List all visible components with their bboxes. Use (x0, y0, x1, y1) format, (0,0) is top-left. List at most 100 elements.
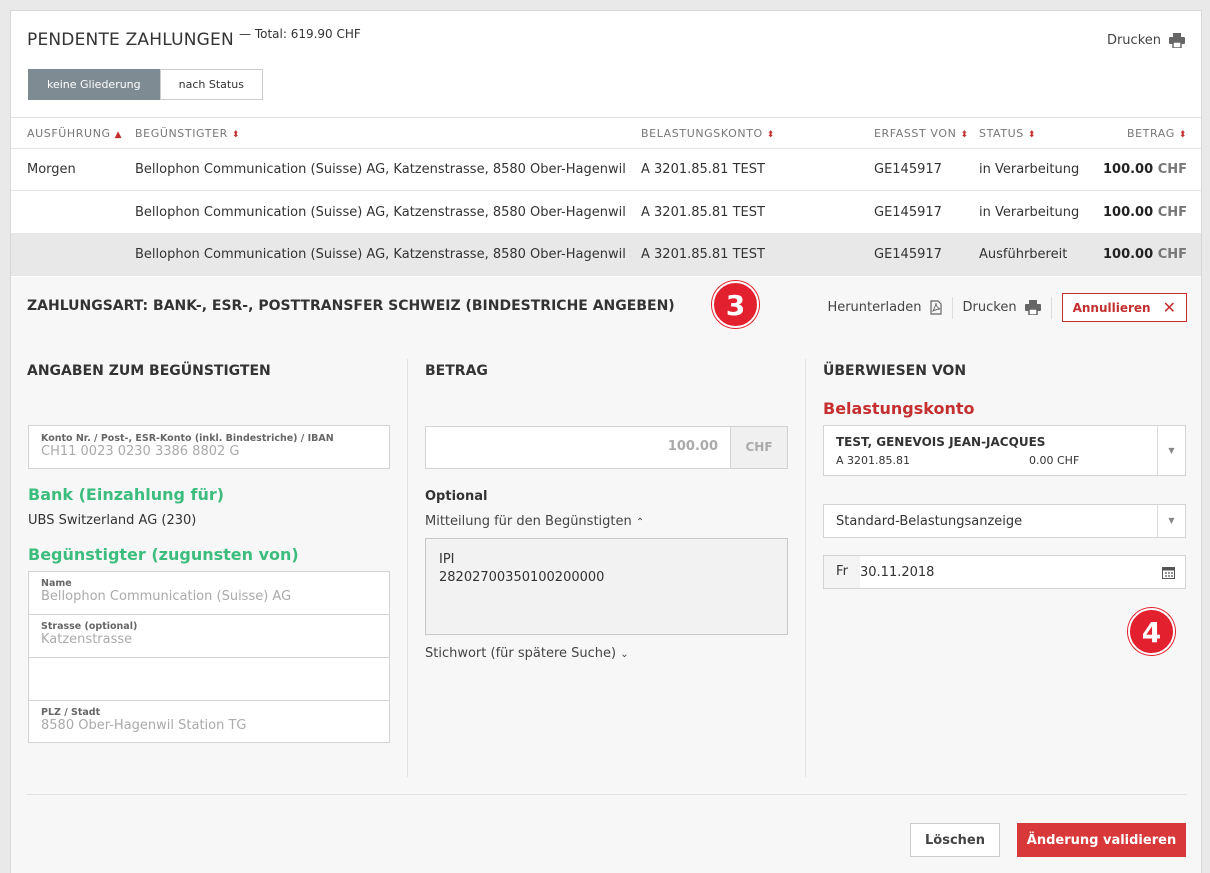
dropdown-caret-icon: ▼ (1157, 505, 1185, 537)
keyword-toggle-label: Stichwort (für spätere Suche) (425, 646, 617, 661)
message-line: IPI (439, 552, 455, 567)
account-input[interactable]: Konto Nr. / Post-, ESR-Konto (inkl. Bind… (28, 425, 390, 469)
bank-value: UBS Switzerland AG (230) (28, 513, 197, 528)
segment-keine-gliederung[interactable]: keine Gliederung (28, 69, 160, 100)
message-toggle[interactable]: Mitteilung für den Begünstigten ⌃ (425, 514, 644, 529)
column-divider (407, 359, 408, 777)
cell-betrag: 100.00 CHF (1102, 247, 1187, 262)
detail-toolbar: Herunterladen Drucken Annullieren ✕ (817, 293, 1187, 322)
cell-betrag: 100.00 CHF (1102, 162, 1187, 177)
date-input[interactable]: Fr 30.11.2018 (823, 555, 1186, 589)
cancel-label: Annullieren (1072, 300, 1151, 315)
chevron-down-icon: ⌄ (620, 649, 629, 660)
message-line: 28202700350100200000 (439, 570, 605, 585)
sort-icon: ⬍ (766, 130, 775, 140)
debit-advice-select[interactable]: Standard-Belastungsanzeige ▼ (823, 504, 1186, 538)
cell-betrag: 100.00 CHF (1102, 205, 1187, 220)
date-value: 30.11.2018 (860, 565, 935, 580)
print-button-top[interactable]: Drucken (1107, 33, 1185, 48)
cell-beguenstigter: Bellophon Communication (Suisse) AG, Kat… (135, 247, 631, 262)
col-erfasst-von[interactable]: ERFASST VON ⬍ (874, 127, 969, 140)
account-number: A 3201.85.81 (836, 454, 911, 467)
download-label: Herunterladen (827, 300, 922, 315)
sort-icon: ⬍ (960, 130, 969, 140)
name-field[interactable]: Name Bellophon Communication (Suisse) AG (29, 572, 389, 615)
page-title: PENDENTE ZAHLUNGEN (27, 30, 234, 50)
grouping-toggle: keine Gliederung nach Status (28, 69, 263, 100)
calendar-icon[interactable] (1162, 566, 1175, 579)
debit-advice-value: Standard-Belastungsanzeige (836, 514, 1023, 529)
col-status[interactable]: STATUS ⬍ (979, 127, 1036, 140)
table-row-selected[interactable]: Bellophon Communication (Suisse) AG, Kat… (11, 234, 1201, 276)
debit-account-heading: Belastungskonto (823, 399, 975, 418)
cell-beguenstigter: Bellophon Communication (Suisse) AG, Kat… (135, 162, 631, 177)
divider (1050, 296, 1052, 319)
street-field[interactable]: Strasse (optional) Katzenstrasse (29, 615, 389, 658)
close-icon: ✕ (1162, 298, 1176, 317)
print-button[interactable]: Drucken (953, 300, 1051, 315)
cell-ausfuehrung: Morgen (27, 162, 76, 177)
cell-erfasst: GE145917 (874, 162, 942, 177)
message-textarea[interactable]: IPI 28202700350100200000 (425, 538, 788, 635)
account-balance: 0.00 CHF (1029, 454, 1080, 467)
bank-heading: Bank (Einzahlung für) (28, 485, 225, 504)
sort-icon: ⬍ (231, 130, 241, 140)
col-belastungskonto[interactable]: BELASTUNGSKONTO ⬍ (641, 127, 775, 140)
pdf-icon (929, 300, 942, 315)
table-header: AUSFÜHRUNG ▲ BEGÜNSTIGTER ⬍ BELASTUNGSKONT… (11, 117, 1201, 149)
cell-status: Ausführbereit (979, 247, 1068, 262)
sort-asc-icon: ▲ (114, 130, 123, 140)
weekday-label: Fr (824, 556, 860, 588)
chevron-up-icon: ⌃ (635, 517, 645, 528)
beneficiary-heading: ANGABEN ZUM BEGÜNSTIGTEN (27, 363, 271, 379)
delete-button[interactable]: Löschen (910, 823, 1000, 857)
transferred-from-heading: ÜBERWIESEN VON (823, 363, 967, 379)
address-block: Name Bellophon Communication (Suisse) AG… (28, 571, 390, 743)
table-row[interactable]: Morgen Bellophon Communication (Suisse) … (11, 149, 1201, 191)
name-label: Name (41, 578, 72, 589)
validate-button[interactable]: Änderung validieren (1017, 823, 1186, 857)
street-label: Strasse (optional) (41, 621, 138, 632)
print-label: Drucken (962, 300, 1017, 315)
pending-payments-panel: PENDENTE ZAHLUNGEN — Total: 619.90 CHF D… (10, 10, 1202, 873)
footer-divider (27, 794, 1187, 795)
download-button[interactable]: Herunterladen (817, 300, 951, 315)
amount-input[interactable]: 100.00 (425, 426, 731, 469)
table-row[interactable]: Bellophon Communication (Suisse) AG, Kat… (11, 192, 1201, 234)
col-ausfuehrung[interactable]: AUSFÜHRUNG ▲ (27, 127, 122, 140)
address-extra-field[interactable] (29, 658, 389, 701)
plz-city-field[interactable]: PLZ / Stadt 8580 Ober-Hagenwil Station T… (29, 701, 389, 744)
account-value: CH11 0023 0230 3386 8802 G (41, 444, 240, 459)
message-toggle-label: Mitteilung für den Begünstigten (425, 514, 632, 529)
total-amount: — Total: 619.90 CHF (239, 27, 361, 41)
plz-label: PLZ / Stadt (41, 707, 101, 718)
column-divider (805, 359, 806, 777)
dropdown-caret-icon: ▼ (1157, 426, 1185, 475)
printer-icon (1024, 300, 1041, 315)
cell-konto: A 3201.85.81 TEST (641, 205, 765, 220)
col-beguenstigter[interactable]: BEGÜNSTIGTER ⬍ (135, 127, 240, 140)
col-betrag[interactable]: BETRAG ⬍ (1127, 127, 1187, 140)
plz-value: 8580 Ober-Hagenwil Station TG (41, 718, 247, 733)
step-badge-3: 3 (712, 281, 759, 328)
payment-type-heading: ZAHLUNGSART: BANK-, ESR-, POSTTRANSFER S… (27, 298, 675, 314)
segment-nach-status[interactable]: nach Status (159, 69, 263, 100)
cell-beguenstigter: Bellophon Communication (Suisse) AG, Kat… (135, 205, 631, 220)
sort-icon: ⬍ (1027, 130, 1037, 140)
name-value: Bellophon Communication (Suisse) AG (41, 589, 292, 604)
account-label: Konto Nr. / Post-, ESR-Konto (inkl. Bind… (41, 433, 334, 444)
cancel-button[interactable]: Annullieren ✕ (1061, 293, 1187, 322)
currency-label: CHF (731, 426, 788, 469)
debit-account-select[interactable]: TEST, GENEVOIS JEAN-JACQUES A 3201.85.81… (823, 425, 1186, 476)
printer-icon (1169, 33, 1185, 48)
step-badge-4: 4 (1128, 608, 1175, 655)
print-label: Drucken (1106, 33, 1161, 48)
beneficiary-subheading: Begünstigter (zugunsten von) (28, 545, 299, 564)
amount-heading: BETRAG (425, 363, 488, 379)
cell-status: in Verarbeitung (979, 205, 1080, 220)
cell-erfasst: GE145917 (874, 247, 942, 262)
optional-label: Optional (425, 489, 488, 504)
sort-icon: ⬍ (1178, 130, 1187, 140)
cell-konto: A 3201.85.81 TEST (641, 162, 765, 177)
keyword-toggle[interactable]: Stichwort (für spätere Suche) ⌄ (425, 646, 629, 661)
